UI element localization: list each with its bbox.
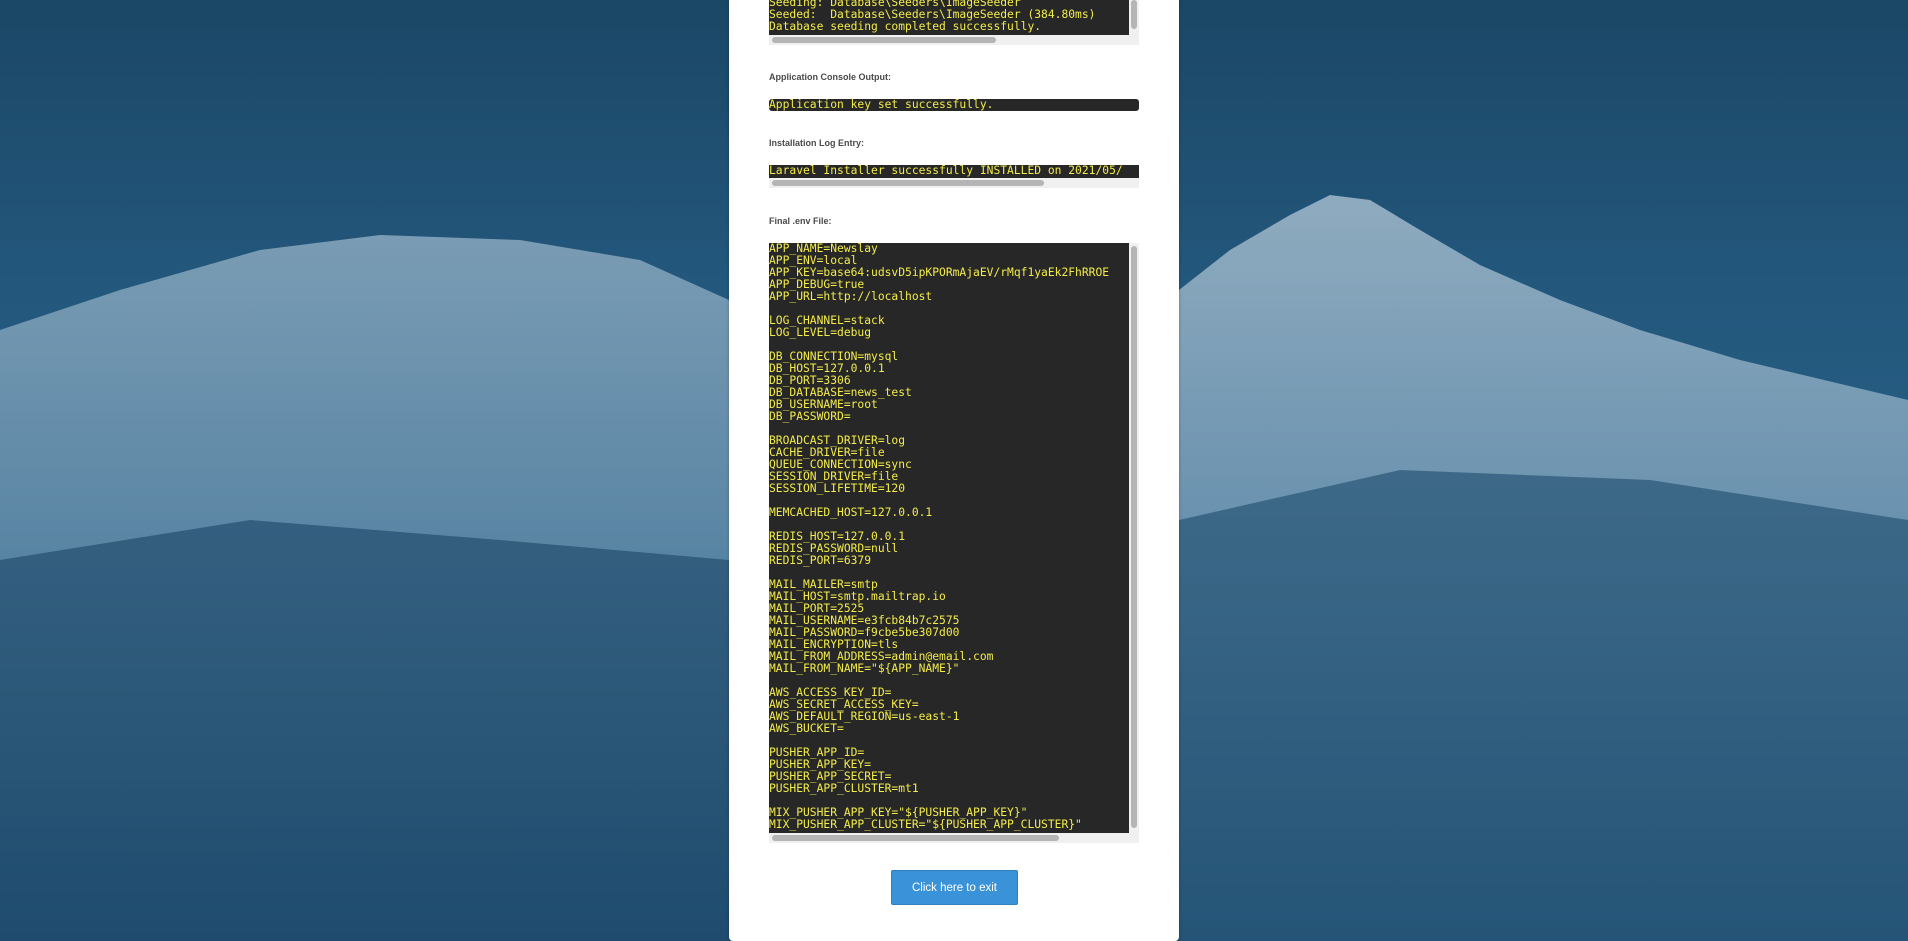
env-file-text: APP_NAME=Newslay APP_ENV=local APP_KEY=b… [769, 243, 1110, 831]
env-file-horizontal-scroll-thumb[interactable] [772, 835, 1059, 841]
seed-output-vertical-scroll-thumb[interactable] [1131, 0, 1137, 29]
app-console-output[interactable]: Application key set successfully. [769, 99, 1139, 111]
seed-output-horizontal-scrollbar[interactable] [769, 35, 1139, 45]
install-log-text: Laravel Installer successfully INSTALLED… [769, 165, 1123, 177]
seed-output-vertical-scrollbar[interactable] [1129, 0, 1139, 35]
env-file-horizontal-scrollbar[interactable] [769, 833, 1139, 843]
install-log-output[interactable]: Laravel Installer successfully INSTALLED… [769, 165, 1139, 188]
exit-button[interactable]: Click here to exit [891, 870, 1018, 905]
seed-output-horizontal-scroll-thumb[interactable] [772, 37, 996, 43]
install-log-horizontal-scrollbar[interactable] [769, 178, 1139, 188]
app-console-label: Application Console Output: [769, 72, 891, 82]
install-log-label: Installation Log Entry: [769, 138, 865, 148]
env-file-vertical-scroll-thumb[interactable] [1131, 246, 1137, 828]
env-file-label: Final .env File: [769, 216, 832, 226]
env-file-output[interactable]: APP_NAME=Newslay APP_ENV=local APP_KEY=b… [769, 243, 1139, 843]
install-log-horizontal-scroll-thumb[interactable] [772, 180, 1044, 186]
seed-output-text: Seeding: Database\Seeders\ImageSeeder Se… [769, 0, 1096, 33]
app-console-text: Application key set successfully. [769, 99, 994, 111]
env-file-vertical-scrollbar[interactable] [1129, 243, 1139, 833]
seed-output-console[interactable]: Seeding: Database\Seeders\ImageSeeder Se… [769, 0, 1139, 45]
installer-panel: Seeding: Database\Seeders\ImageSeeder Se… [729, 0, 1179, 941]
